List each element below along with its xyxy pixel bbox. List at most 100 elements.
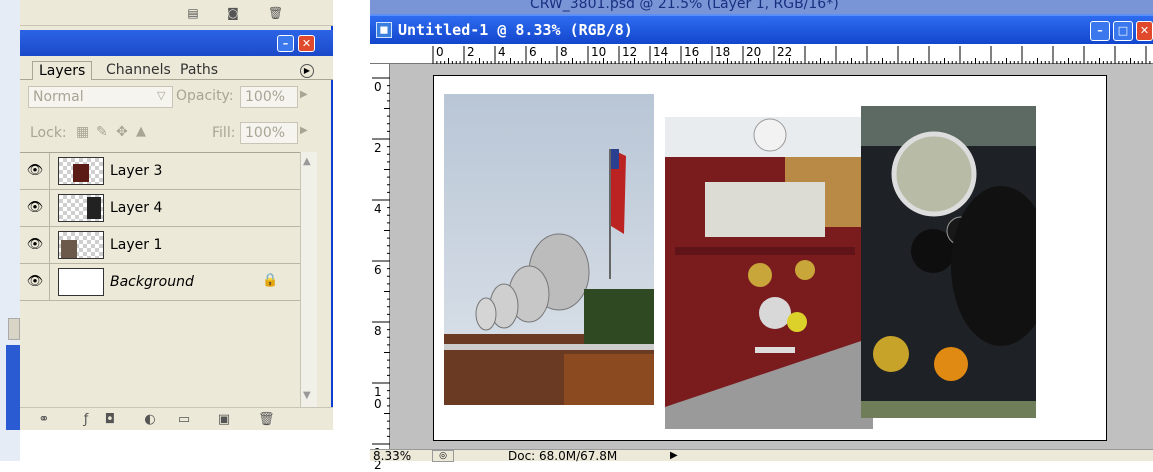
layer-thumbnail [58, 157, 104, 185]
lock-move-icon[interactable]: ✥ [116, 124, 128, 140]
layer-thumbnail [58, 231, 104, 259]
vertical-ruler: 024681 01 2 [370, 64, 390, 471]
new-layer-icon[interactable]: ▣ [216, 412, 232, 427]
ruler-label: 8 [560, 45, 568, 59]
ruler-label: 18 [715, 45, 731, 59]
lock-label: Lock: [30, 125, 67, 141]
scroll-up-icon[interactable]: ▲ [303, 156, 311, 167]
new-group-icon[interactable]: ▭ [176, 412, 192, 427]
tab-channels[interactable]: Channels [100, 61, 177, 80]
ruler-label: 2 [374, 141, 382, 155]
background-document-title: CRW_3801.psd @ 21.5% (Layer 1, RGB/16*) [530, 0, 839, 12]
photoshop-doc-icon: ◼ [376, 22, 392, 38]
ruler-label: 4 [498, 45, 506, 59]
doc-size-info: Doc: 68.0M/67.8M [508, 449, 618, 463]
layer-row-background[interactable]: 👁 Background 🔒 [20, 264, 300, 301]
layer-name: Layer 3 [110, 163, 163, 179]
ruler-label: 6 [374, 263, 382, 277]
layer-name: Layer 4 [110, 200, 163, 216]
layer-mask-icon[interactable]: ◘ [102, 412, 118, 427]
scroll-down-icon[interactable]: ▼ [303, 390, 311, 401]
ruler-label: 20 [746, 45, 762, 59]
background-document-titlebar[interactable]: CRW_3801.psd @ 21.5% (Layer 1, RGB/16*) [370, 0, 1153, 14]
ruler-label: 16 [684, 45, 700, 59]
upper-palette-bottom-bar: ▤ ◙ 🗑 [20, 0, 333, 26]
close-button[interactable]: ✕ [298, 35, 315, 52]
delete-layer-icon[interactable]: 🗑 [258, 412, 275, 427]
ruler-label: 12 [622, 45, 638, 59]
eye-icon[interactable]: 👁 [26, 200, 44, 216]
ruler-label: 8 [374, 324, 382, 338]
close-button[interactable]: ✕ [1136, 21, 1153, 41]
palette-title-bar: – ✕ [20, 30, 333, 56]
document-titlebar[interactable]: ◼ Untitled-1 @ 8.33% (RGB/8) – □ ✕ [370, 14, 1153, 44]
blend-mode-select[interactable]: Normal [28, 86, 173, 108]
layer-style-icon[interactable]: ƒ [78, 412, 94, 427]
fill-arrow-icon[interactable]: ▶ [300, 125, 308, 136]
maximize-button[interactable]: □ [1113, 21, 1133, 41]
opacity-field[interactable]: 100% [240, 86, 298, 108]
horizontal-ruler: 0 2 4 6 8 10 12 14 16 18 20 22 [370, 44, 1153, 64]
minimize-button[interactable]: – [277, 35, 294, 52]
tab-layers[interactable]: Layers [32, 61, 93, 80]
eye-icon[interactable]: 👁 [26, 163, 44, 179]
lock-options: Lock: ▦ ✎ ✥ ▲ Fill: 100% ▶ [20, 116, 333, 152]
visibility-cell: 👁 [20, 153, 50, 189]
ruler-label: 1 0 [374, 385, 382, 411]
visibility-cell: 👁 [20, 264, 50, 300]
palette-menu-icon[interactable]: ▶ [300, 64, 314, 78]
chevron-down-icon: ▽ [157, 89, 166, 102]
ruler-label: 4 [374, 202, 382, 216]
tab-paths[interactable]: Paths [174, 61, 224, 80]
opacity-arrow-icon[interactable]: ▶ [300, 89, 308, 100]
ruler-ticks [432, 46, 1151, 64]
layer-name: Layer 1 [110, 237, 163, 253]
document-title: Untitled-1 @ 8.33% (RGB/8) [398, 21, 633, 39]
collapsed-panel-tab[interactable] [8, 318, 20, 340]
layer-row-4[interactable]: 👁 Layer 4 [20, 190, 300, 227]
lock-icon: 🔒 [262, 273, 279, 288]
lock-paint-icon[interactable]: ✎ [96, 124, 108, 140]
new-document-icon[interactable]: ▤ [186, 7, 200, 19]
ruler-label: 6 [529, 45, 537, 59]
desktop-blue-edge [6, 345, 20, 430]
eye-icon[interactable]: 👁 [26, 274, 44, 290]
opacity-label: Opacity: [176, 88, 234, 104]
lock-transparency-icon[interactable]: ▦ [76, 124, 89, 140]
layer-list-scrollbar[interactable]: ▲ ▼ [300, 152, 317, 407]
ruler-label: 2 [467, 45, 475, 59]
canvas-area[interactable] [391, 65, 1153, 448]
photo-firetruck-flag [444, 94, 654, 405]
ruler-label: 0 [374, 80, 382, 94]
ruler-label: 14 [653, 45, 669, 59]
visibility-cell: 👁 [20, 190, 50, 226]
fill-field[interactable]: 100% [240, 122, 298, 144]
layer-thumbnail [58, 268, 104, 296]
ruler-label: 0 [436, 45, 444, 59]
layer-thumbnail [58, 194, 104, 222]
eye-icon[interactable]: 👁 [26, 237, 44, 253]
blend-options: Normal ▽ Opacity: 100% ▶ [20, 80, 333, 116]
trash-icon[interactable]: 🗑 [268, 7, 283, 19]
ruler-label: 10 [591, 45, 607, 59]
layer-row-1[interactable]: 👁 Layer 1 [20, 227, 300, 264]
photo-antique-car [861, 106, 1036, 418]
adjustment-layer-icon[interactable]: ◐ [142, 412, 158, 427]
status-menu-icon[interactable]: ◎ [432, 450, 454, 462]
minimize-button[interactable]: – [1090, 21, 1110, 41]
link-layers-icon[interactable]: ⚭ [36, 412, 52, 427]
zoom-level[interactable]: 8.33% [373, 450, 411, 462]
lock-all-icon[interactable]: ▲ [136, 124, 146, 139]
ruler-label: 22 [777, 45, 793, 59]
palette-bottom-toolbar: ⚭ ƒ ◘ ◐ ▭ ▣ 🗑 [20, 407, 333, 430]
status-arrow-icon[interactable]: ▶ [670, 450, 678, 462]
camera-icon[interactable]: ◙ [226, 7, 240, 19]
document-canvas[interactable] [433, 75, 1107, 441]
status-bar: 8.33% ◎ Doc: 68.0M/67.8M ▶ [370, 449, 1153, 463]
photo-red-firetruck [665, 117, 873, 429]
layer-name: Background [110, 274, 194, 290]
layers-palette: ▤ ◙ 🗑 – ✕ Layers Channels Paths ▶ Normal… [20, 0, 333, 430]
layer-row-3[interactable]: 👁 Layer 3 [20, 153, 300, 190]
document-window: CRW_3801.psd @ 21.5% (Layer 1, RGB/16*) … [370, 0, 1153, 471]
layer-list: 👁 Layer 3 👁 Layer 4 👁 Layer 1 👁 Backgrou… [20, 152, 300, 392]
